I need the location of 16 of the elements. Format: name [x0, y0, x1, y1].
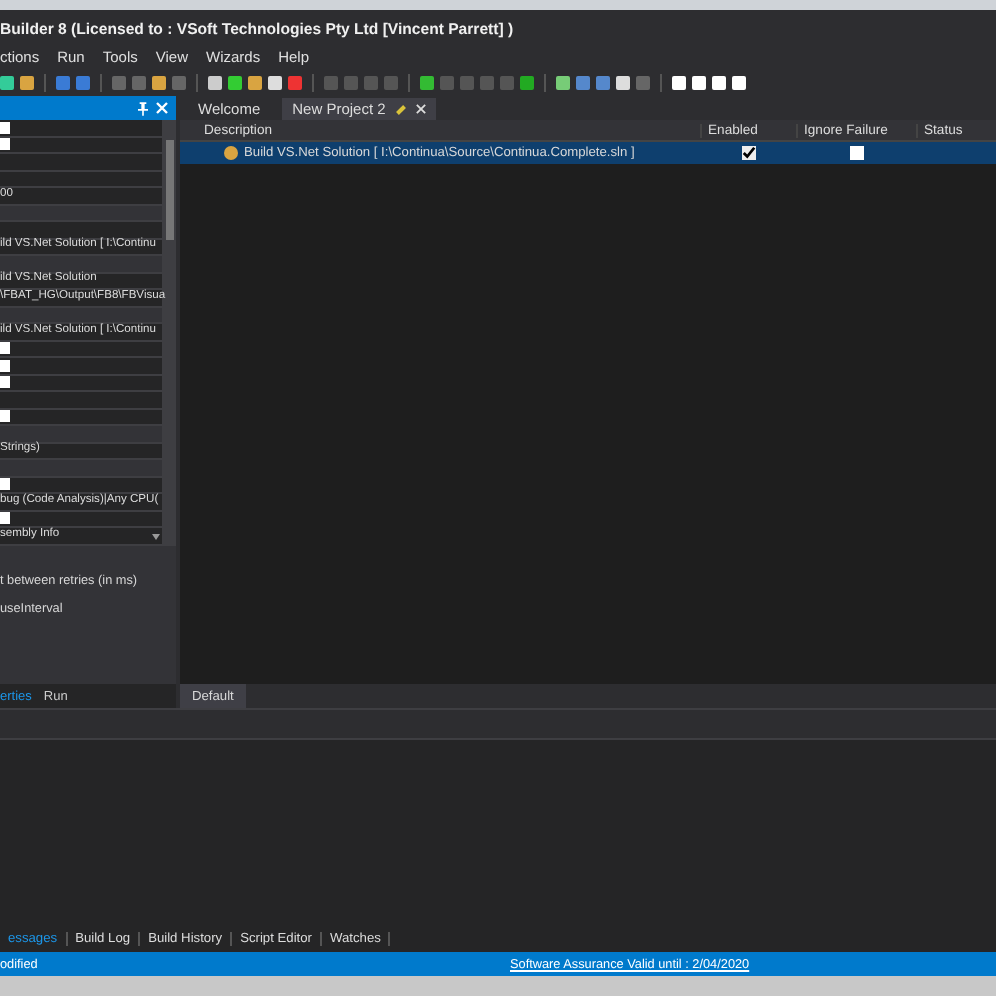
checkbox[interactable]: [0, 376, 10, 389]
pin-icon[interactable]: [138, 101, 148, 115]
close-icon[interactable]: [415, 104, 426, 114]
checkbox[interactable]: [0, 138, 10, 151]
scrollbar[interactable]: [162, 120, 176, 545]
checkbox[interactable]: [0, 121, 10, 134]
checkbox[interactable]: [0, 410, 10, 423]
property-row[interactable]: [0, 120, 162, 137]
checkbox[interactable]: [0, 512, 10, 525]
checkbox[interactable]: [741, 146, 755, 160]
checkbox[interactable]: [0, 342, 10, 355]
checkbox[interactable]: [0, 478, 10, 491]
gears-icon: [224, 146, 238, 160]
checkbox[interactable]: [0, 359, 10, 372]
property-row[interactable]: [0, 358, 162, 375]
checkbox[interactable]: [849, 146, 863, 160]
